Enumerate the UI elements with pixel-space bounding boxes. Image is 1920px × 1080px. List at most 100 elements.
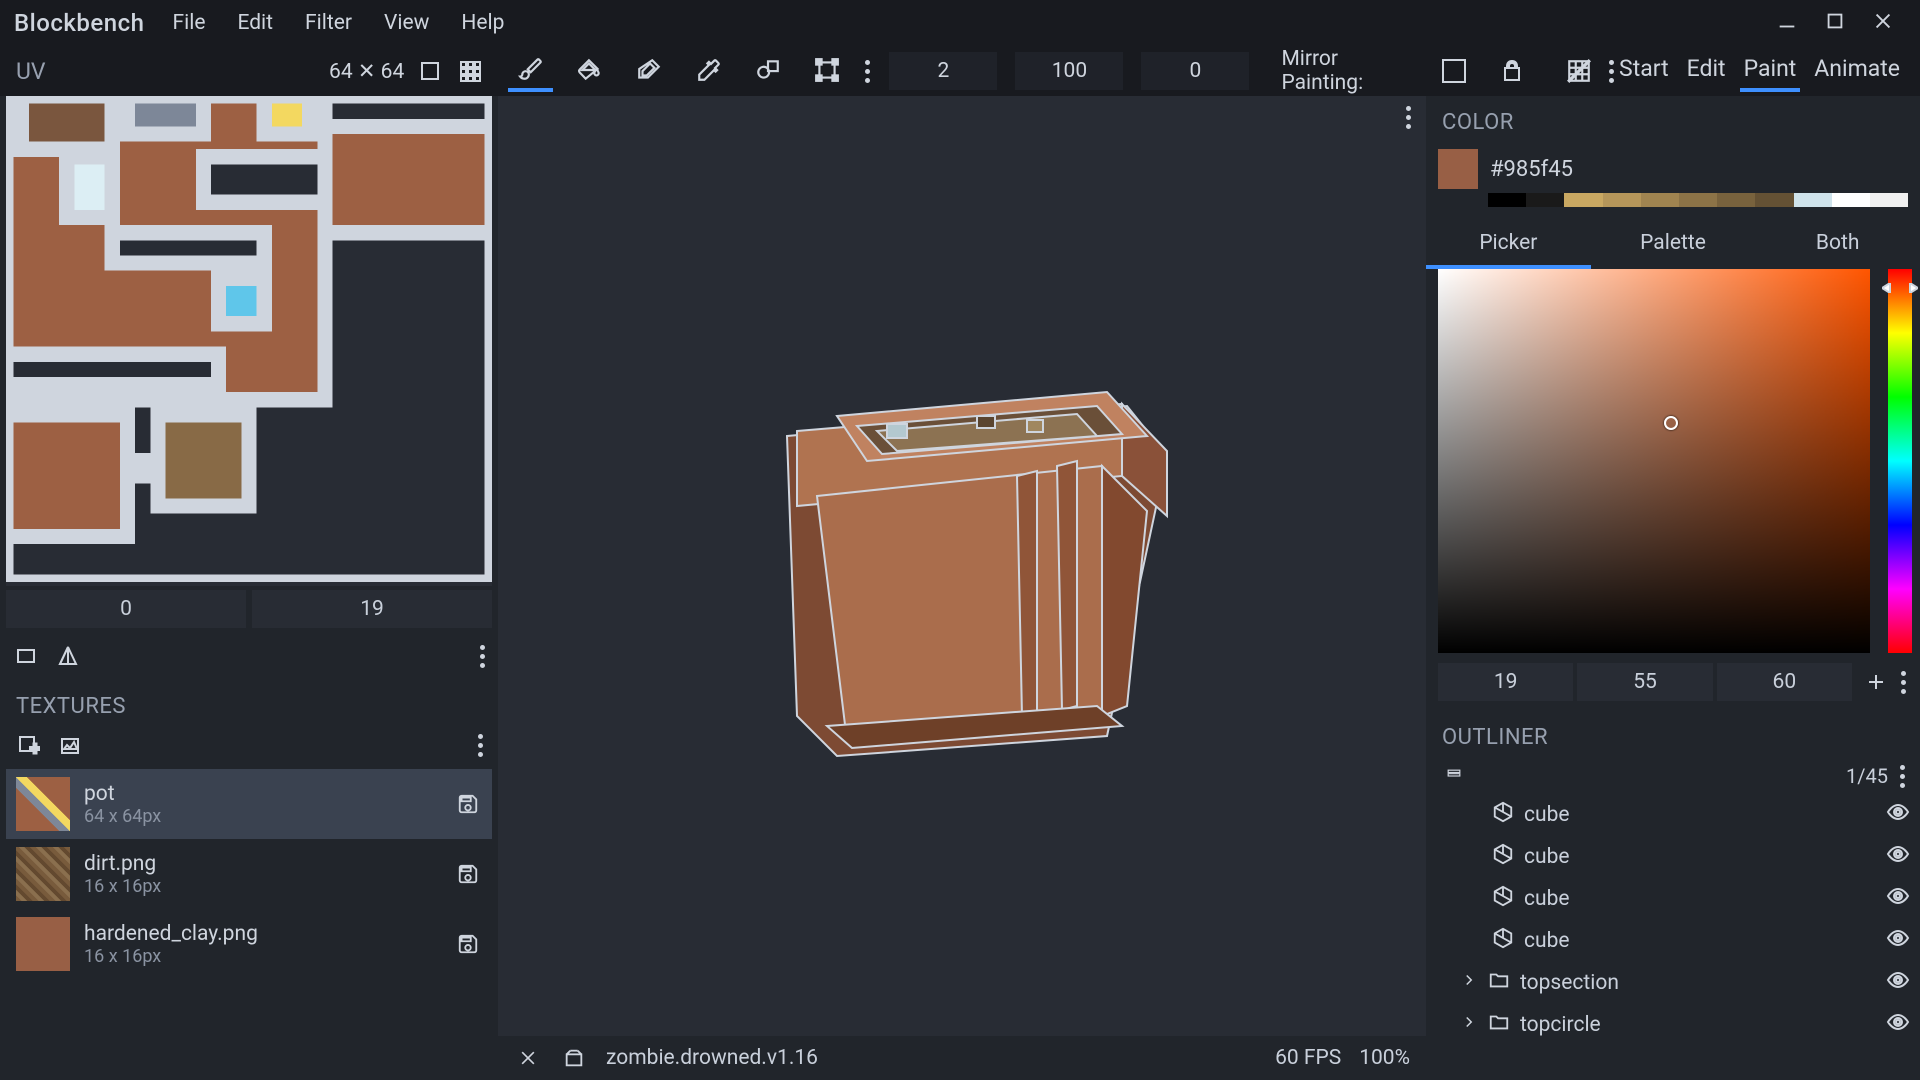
outliner-item[interactable]: cube bbox=[1436, 920, 1910, 962]
uv-mirror-icon[interactable] bbox=[54, 642, 82, 670]
outliner-item-name: cube bbox=[1524, 887, 1570, 911]
sv-picker[interactable] bbox=[1438, 269, 1870, 653]
menu-help[interactable]: Help bbox=[447, 5, 518, 41]
cube-icon bbox=[1492, 927, 1514, 955]
uv-grid-icon[interactable] bbox=[456, 57, 484, 85]
sv-cursor[interactable] bbox=[1664, 416, 1678, 430]
menu-edit[interactable]: Edit bbox=[223, 5, 287, 41]
cube-icon bbox=[1492, 843, 1514, 871]
color-hex[interactable]: #985f45 bbox=[1490, 157, 1573, 182]
maximize-icon[interactable] bbox=[1824, 10, 1846, 37]
uv-more-icon[interactable] bbox=[478, 645, 486, 668]
cube-icon bbox=[1492, 801, 1514, 829]
left-panel: 0 19 TEXTURES pot64 x 64px dirt.png16 x bbox=[0, 96, 498, 1080]
save-icon[interactable] bbox=[454, 930, 482, 958]
model-icon[interactable] bbox=[560, 1044, 588, 1072]
minimize-icon[interactable] bbox=[1776, 10, 1798, 37]
uv-rect-icon[interactable] bbox=[12, 642, 40, 670]
texture-list: pot64 x 64px dirt.png16 x 16px hardened_… bbox=[0, 769, 498, 1080]
visibility-icon[interactable] bbox=[1886, 926, 1910, 956]
visibility-icon[interactable] bbox=[1886, 842, 1910, 872]
texture-name: hardened_clay.png bbox=[84, 922, 440, 946]
uv-editor[interactable] bbox=[6, 96, 492, 586]
mode-tabs: Start Edit Paint Animate bbox=[1615, 51, 1920, 92]
brush-tool[interactable] bbox=[508, 50, 553, 92]
outliner-item[interactable]: topsection bbox=[1436, 962, 1910, 1004]
uv-coord-y[interactable]: 19 bbox=[252, 590, 492, 628]
uv-size: 64 ✕ 64 bbox=[329, 59, 404, 84]
outliner-toggle-icon[interactable] bbox=[1440, 762, 1468, 790]
texture-thumb bbox=[16, 847, 70, 901]
both-tab[interactable]: Both bbox=[1755, 221, 1920, 269]
uv-coord-x[interactable]: 0 bbox=[6, 590, 246, 628]
hsl-l-input[interactable]: 60 bbox=[1717, 663, 1852, 701]
textures-more-icon[interactable] bbox=[476, 734, 484, 757]
window-controls bbox=[1776, 10, 1912, 37]
folder-icon bbox=[1488, 969, 1510, 997]
chevron-right-icon[interactable] bbox=[1460, 971, 1478, 995]
status-file: zombie.drowned.v1.16 bbox=[606, 1046, 818, 1070]
outliner-list: cubecubecubecubetopsectiontopcircle bbox=[1426, 794, 1920, 1080]
mirror-checkbox[interactable] bbox=[1442, 59, 1466, 83]
outliner-more-icon[interactable] bbox=[1898, 765, 1906, 788]
uv-fullscreen-icon[interactable] bbox=[416, 57, 444, 85]
texture-item[interactable]: hardened_clay.png16 x 16px bbox=[6, 909, 492, 979]
statusbar: zombie.drowned.v1.16 60 FPS 100% bbox=[498, 1036, 1426, 1080]
outliner-count: 1/45 bbox=[1846, 764, 1888, 788]
visibility-icon[interactable] bbox=[1886, 968, 1910, 998]
outliner-item-name: topsection bbox=[1520, 971, 1619, 995]
brush-size-input[interactable] bbox=[889, 52, 997, 90]
outliner-item[interactable]: cube bbox=[1436, 836, 1910, 878]
texture-name: pot bbox=[84, 782, 440, 806]
visibility-icon[interactable] bbox=[1886, 800, 1910, 830]
texture-thumb bbox=[16, 917, 70, 971]
mode-paint[interactable]: Paint bbox=[1740, 51, 1801, 92]
picker-tab[interactable]: Picker bbox=[1426, 221, 1591, 269]
save-icon[interactable] bbox=[454, 860, 482, 888]
brush-opacity-input[interactable] bbox=[1015, 52, 1123, 90]
palette-history[interactable] bbox=[1488, 193, 1908, 207]
hsl-s-input[interactable]: 55 bbox=[1577, 663, 1712, 701]
mode-start[interactable]: Start bbox=[1615, 51, 1673, 92]
outliner-item-name: topcircle bbox=[1520, 1013, 1601, 1037]
color-picker-tool[interactable] bbox=[686, 50, 731, 92]
color-swatch[interactable] bbox=[1438, 149, 1478, 189]
shape-tool[interactable] bbox=[745, 50, 790, 92]
add-color-icon[interactable] bbox=[1856, 668, 1896, 696]
palette-tab[interactable]: Palette bbox=[1591, 221, 1756, 269]
hue-cursor[interactable] bbox=[1882, 283, 1918, 293]
brush-softness-input[interactable] bbox=[1141, 52, 1249, 90]
folder-icon bbox=[1488, 1011, 1510, 1039]
close-icon[interactable] bbox=[1872, 10, 1894, 37]
import-texture-icon[interactable] bbox=[56, 731, 84, 759]
eraser-tool[interactable] bbox=[627, 50, 672, 92]
outliner-item[interactable]: cube bbox=[1436, 878, 1910, 920]
color-more-icon[interactable] bbox=[1900, 671, 1908, 694]
grid-toggle-icon[interactable] bbox=[1566, 57, 1594, 85]
hue-bar[interactable] bbox=[1888, 269, 1912, 653]
menu-view[interactable]: View bbox=[370, 5, 443, 41]
close-tab-icon[interactable] bbox=[514, 1044, 542, 1072]
chevron-right-icon[interactable] bbox=[1460, 1013, 1478, 1037]
mode-animate[interactable]: Animate bbox=[1810, 51, 1904, 92]
add-texture-icon[interactable] bbox=[14, 731, 42, 759]
toolbar-more-icon[interactable] bbox=[1607, 60, 1615, 83]
menu-file[interactable]: File bbox=[159, 5, 220, 41]
outliner-item[interactable]: topcircle bbox=[1436, 1004, 1910, 1046]
save-icon[interactable] bbox=[454, 790, 482, 818]
lock-icon[interactable] bbox=[1498, 57, 1526, 85]
texture-item[interactable]: pot64 x 64px bbox=[6, 769, 492, 839]
status-zoom: 100% bbox=[1359, 1046, 1410, 1070]
uv-label: UV bbox=[10, 58, 317, 85]
outliner-item[interactable]: cube bbox=[1436, 794, 1910, 836]
mode-edit[interactable]: Edit bbox=[1683, 51, 1730, 92]
transform-tool[interactable] bbox=[804, 50, 849, 92]
viewport[interactable]: zombie.drowned.v1.16 60 FPS 100% bbox=[498, 96, 1426, 1080]
fill-tool[interactable] bbox=[567, 50, 612, 92]
tools-more-icon[interactable] bbox=[864, 60, 872, 83]
texture-item[interactable]: dirt.png16 x 16px bbox=[6, 839, 492, 909]
hsl-h-input[interactable]: 19 bbox=[1438, 663, 1573, 701]
visibility-icon[interactable] bbox=[1886, 1010, 1910, 1040]
visibility-icon[interactable] bbox=[1886, 884, 1910, 914]
menu-filter[interactable]: Filter bbox=[291, 5, 366, 41]
